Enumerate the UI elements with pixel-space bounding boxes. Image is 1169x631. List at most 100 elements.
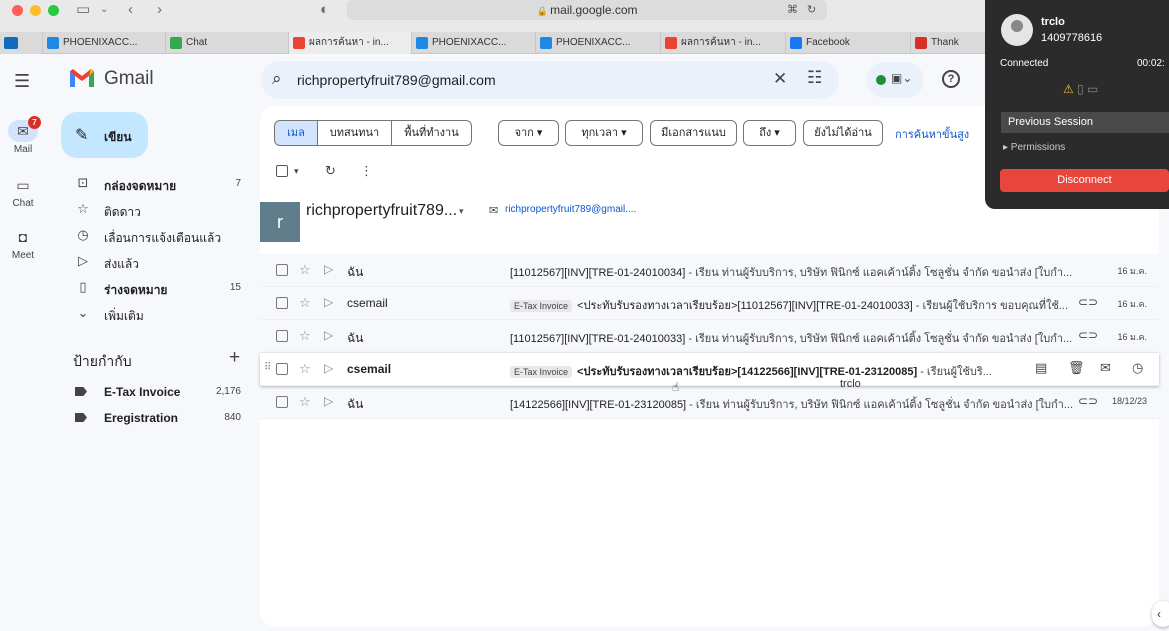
table-row[interactable]: ☆ ▷ ฉัน [14122566][INV][TRE-01-23120085] - … xyxy=(260,386,1159,419)
select-all-checkbox[interactable] xyxy=(276,165,288,177)
warning-icon[interactable]: ⚠ ▯ ▭ xyxy=(1063,82,1098,96)
chevron-down-icon[interactable]: ⌄ xyxy=(100,1,108,19)
chevron-down-icon: ▾ xyxy=(618,127,627,139)
lock-icon: 🔒 xyxy=(536,6,551,16)
back-icon[interactable]: ‹ xyxy=(128,1,133,19)
avatar[interactable]: r xyxy=(260,202,300,242)
search-scope-tab[interactable]: เมล xyxy=(274,120,318,146)
important-marker-icon[interactable]: ▷ xyxy=(324,262,333,276)
filter-chip-label: ยังไม่ได้อ่าน xyxy=(814,127,872,139)
important-marker-icon[interactable]: ▷ xyxy=(324,295,333,309)
rail-meet[interactable]: ◘ Meet xyxy=(0,226,46,261)
star-icon[interactable]: ☆ xyxy=(299,394,311,410)
row-checkbox[interactable] xyxy=(276,363,288,375)
email-label-chip[interactable]: E-Tax Invoice xyxy=(510,366,573,378)
rail-chat[interactable]: ▭ Chat xyxy=(0,174,46,209)
filter-chip[interactable]: ยังไม่ได้อ่าน xyxy=(803,120,883,146)
refresh-icon[interactable]: ↻ xyxy=(325,163,336,179)
nav-item[interactable]: ⌄ เพิ่มเติม xyxy=(61,301,251,327)
email-subject: [14122566][INV][TRE-01-23120085] xyxy=(510,399,687,411)
add-label-icon[interactable]: + xyxy=(229,347,240,369)
row-checkbox[interactable] xyxy=(276,396,288,408)
filter-chip[interactable]: จาก ▾ xyxy=(498,120,559,146)
browser-tab[interactable]: Chat xyxy=(165,32,288,54)
disconnect-button[interactable]: Disconnect xyxy=(1000,169,1169,192)
search-icon[interactable]: ⌕ xyxy=(272,69,282,89)
close-window-button[interactable] xyxy=(12,5,23,16)
gmail-logo-icon[interactable] xyxy=(68,67,96,89)
email-date: 18/12/23 xyxy=(1111,396,1147,406)
compose-button[interactable]: ✎ เขียน xyxy=(61,112,148,158)
table-row[interactable]: ⠿ ☆ ▷ csemail E-Tax Invoice <ประทับรับรองทางเ… xyxy=(260,353,1159,386)
clear-search-icon[interactable]: ✕ xyxy=(773,69,787,89)
contact-name[interactable]: richpropertyfruit789... xyxy=(306,202,457,220)
star-icon[interactable]: ☆ xyxy=(299,262,311,278)
chevron-left-icon[interactable]: ‹ xyxy=(1152,601,1169,627)
important-marker-icon[interactable]: ▷ xyxy=(324,328,333,342)
browser-tab[interactable]: ผลการค้นหา - in... xyxy=(660,32,785,54)
draft-icon: ▯ xyxy=(79,279,87,294)
row-checkbox[interactable] xyxy=(276,330,288,342)
important-marker-icon[interactable]: ▷ xyxy=(324,361,333,375)
drag-handle-icon[interactable]: ⠿ xyxy=(264,362,271,373)
chevron-down-icon: ▾ xyxy=(771,127,780,139)
table-row[interactable]: ☆ ▷ ฉัน [11012567][INV][TRE-01-24010034] - … xyxy=(260,254,1159,287)
forward-icon[interactable]: › xyxy=(157,1,162,19)
star-icon[interactable]: ☆ xyxy=(299,295,311,311)
chevron-down-icon[interactable]: ▾ xyxy=(459,206,464,217)
shield-icon[interactable]: ◐ xyxy=(320,1,329,19)
browser-tab[interactable]: PHOENIXACC... xyxy=(42,32,165,54)
nav-item[interactable]: ⊡ กล่องจดหมาย 7 xyxy=(61,171,251,197)
row-checkbox[interactable] xyxy=(276,264,288,276)
select-chevron-icon[interactable]: ▾ xyxy=(294,166,299,177)
reload-icon[interactable]: ↻ xyxy=(807,0,816,20)
filter-chip[interactable]: ถึง ▾ xyxy=(743,120,796,146)
nav-item[interactable]: ◷ เลื่อนการแจ้งเตือนแล้ว xyxy=(61,223,251,249)
table-row[interactable]: ☆ ▷ csemail E-Tax Invoice <ประทับรับรองทางเว… xyxy=(260,287,1159,320)
email-label-chip[interactable]: E-Tax Invoice xyxy=(510,300,573,312)
more-options-icon[interactable]: ⋮ xyxy=(360,163,373,179)
nav-item-label: เลื่อนการแจ้งเตือนแล้ว xyxy=(104,231,222,245)
browser-tab[interactable]: PHOENIXACC... xyxy=(411,32,535,54)
nav-item[interactable]: ☆ ติดดาว xyxy=(61,197,251,223)
sidebar-toggle-icon[interactable]: ▭ xyxy=(76,1,90,19)
minimize-window-button[interactable] xyxy=(30,5,41,16)
zoom-window-button[interactable] xyxy=(48,5,59,16)
star-icon[interactable]: ☆ xyxy=(299,328,311,344)
browser-tab[interactable]: ผลการค้นหา - in... xyxy=(288,32,411,54)
trash-icon[interactable]: 🗑 xyxy=(1068,360,1085,376)
main-menu-icon[interactable]: ☰ xyxy=(14,71,30,92)
table-row[interactable]: ☆ ▷ ฉัน [11012567][INV][TRE-01-24010033] - … xyxy=(260,320,1159,353)
nav-item[interactable]: ▷ ส่งแล้ว xyxy=(61,249,251,275)
email-subject-line: [14122566][INV][TRE-01-23120085] - เรียน… xyxy=(510,395,1075,413)
row-checkbox[interactable] xyxy=(276,297,288,309)
search-scope-tab[interactable]: บทสนทนา xyxy=(317,120,392,146)
contact-email[interactable]: richpropertyfruit789@gmail.... xyxy=(505,204,636,215)
address-bar[interactable]: 🔒 mail.google.com ⌘ ↻ xyxy=(347,0,827,20)
outlook-icon[interactable] xyxy=(0,32,40,54)
nav-item[interactable]: ▯ ร่างจดหมาย 15 xyxy=(61,275,251,301)
browser-tab[interactable]: Thank xyxy=(910,32,990,54)
search-scope-tab[interactable]: พื้นที่ทำงาน xyxy=(391,120,472,146)
translate-icon[interactable]: ⌘ xyxy=(787,0,798,20)
star-icon[interactable]: ☆ xyxy=(299,361,311,377)
previous-session-button[interactable]: Previous Session xyxy=(1001,112,1169,133)
help-icon[interactable]: ? xyxy=(942,70,960,88)
label-item[interactable]: E-Tax Invoice 2,176 xyxy=(61,379,251,405)
advanced-search-link[interactable]: การค้นหาขั้นสูง xyxy=(895,125,969,143)
mark-unread-icon[interactable]: ✉ xyxy=(1100,360,1111,376)
permissions-toggle[interactable]: ▸ Permissions xyxy=(1003,142,1065,153)
remote-user-avatar xyxy=(1001,14,1033,46)
browser-tab[interactable]: Facebook xyxy=(785,32,910,54)
filter-chip[interactable]: ทุกเวลา ▾ xyxy=(565,120,643,146)
label-item[interactable]: Eregistration 840 xyxy=(61,405,251,431)
important-marker-icon[interactable]: ▷ xyxy=(324,394,333,408)
archive-icon[interactable]: ▤ xyxy=(1035,360,1047,376)
status-selector[interactable]: ▣⌄ xyxy=(866,62,924,98)
snooze-icon[interactable]: ◷ xyxy=(1132,360,1143,376)
browser-tab[interactable]: PHOENIXACC... xyxy=(535,32,660,54)
search-input[interactable] xyxy=(295,65,765,95)
filter-chip[interactable]: มีเอกสารแนบ xyxy=(650,120,737,146)
email-subject-line: E-Tax Invoice <ประทับรับรองทางเวลาเรียบร้… xyxy=(510,296,1075,314)
search-options-icon[interactable]: ☷ xyxy=(807,68,822,88)
